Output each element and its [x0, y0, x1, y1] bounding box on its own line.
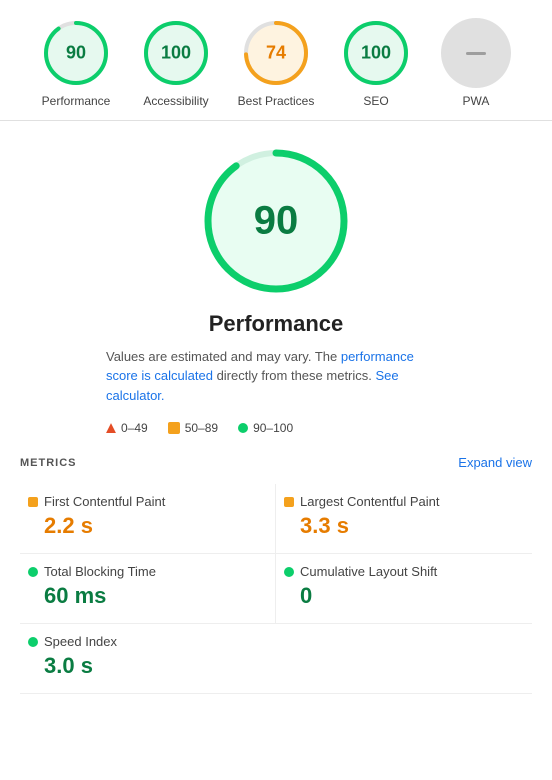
score-circle-seo: 100 [341, 18, 411, 88]
red-icon [106, 423, 116, 433]
cls-dot-icon [284, 567, 294, 577]
score-circle-performance: 90 [41, 18, 111, 88]
score-value-performance: 90 [66, 43, 86, 64]
si-dot-icon [28, 637, 38, 647]
metrics-grid: First Contentful Paint 2.2 s Largest Con… [20, 484, 532, 694]
big-gauge: 90 [196, 141, 356, 301]
score-label-pwa: PWA [463, 94, 490, 110]
score-value-seo: 100 [361, 43, 391, 64]
metrics-label: METRICS [20, 457, 77, 469]
metric-name-row-fcp: First Contentful Paint [28, 494, 267, 509]
metrics-section: METRICS Expand view First Contentful Pai… [0, 455, 552, 694]
fcp-dot-icon [28, 497, 38, 507]
metric-cell-cls: Cumulative Layout Shift 0 [276, 554, 532, 624]
si-value: 3.0 s [44, 653, 268, 679]
metric-cell-fcp: First Contentful Paint 2.2 s [20, 484, 276, 554]
score-item-accessibility[interactable]: 100 Accessibility [131, 18, 221, 110]
orange-icon [168, 422, 180, 434]
metric-name-row-lcp: Largest Contentful Paint [284, 494, 524, 509]
metric-cell-empty [276, 624, 532, 694]
tbt-dot-icon [28, 567, 38, 577]
score-label-seo: SEO [363, 94, 388, 110]
metrics-header: METRICS Expand view [20, 455, 532, 470]
lcp-name: Largest Contentful Paint [300, 494, 439, 509]
detail-title: Performance [209, 311, 344, 337]
score-value-best-practices: 74 [266, 43, 286, 64]
legend-item-orange: 50–89 [168, 421, 218, 435]
tbt-name: Total Blocking Time [44, 564, 156, 579]
legend-red-range: 0–49 [121, 421, 148, 435]
lcp-value: 3.3 s [300, 513, 524, 539]
score-item-best-practices[interactable]: 74 Best Practices [231, 18, 321, 110]
score-value-accessibility: 100 [161, 43, 191, 64]
score-item-pwa[interactable]: PWA [431, 18, 521, 110]
score-item-seo[interactable]: 100 SEO [331, 18, 421, 110]
metric-cell-si: Speed Index 3.0 s [20, 624, 276, 694]
legend-orange-range: 50–89 [185, 421, 218, 435]
fcp-value: 2.2 s [44, 513, 267, 539]
metric-name-row-si: Speed Index [28, 634, 268, 649]
legend-item-green: 90–100 [238, 421, 293, 435]
cls-value: 0 [300, 583, 524, 609]
description-text-2: directly from these metrics. [213, 368, 376, 383]
score-label-best-practices: Best Practices [238, 94, 315, 110]
cls-name: Cumulative Layout Shift [300, 564, 437, 579]
metric-name-row-cls: Cumulative Layout Shift [284, 564, 524, 579]
metric-cell-tbt: Total Blocking Time 60 ms [20, 554, 276, 624]
metric-cell-lcp: Largest Contentful Paint 3.3 s [276, 484, 532, 554]
expand-view-button[interactable]: Expand view [458, 455, 532, 470]
pwa-dash-icon [466, 52, 486, 55]
big-score-value: 90 [254, 198, 299, 243]
metric-name-row-tbt: Total Blocking Time [28, 564, 267, 579]
si-name: Speed Index [44, 634, 117, 649]
tbt-value: 60 ms [44, 583, 267, 609]
fcp-name: First Contentful Paint [44, 494, 165, 509]
scores-row: 90 Performance 100 Accessibility 74 Best… [0, 0, 552, 121]
detail-description: Values are estimated and may vary. The p… [106, 347, 446, 406]
score-label-accessibility: Accessibility [143, 94, 208, 110]
score-circle-best-practices: 74 [241, 18, 311, 88]
description-text-1: Values are estimated and may vary. The [106, 349, 341, 364]
green-icon [238, 423, 248, 433]
score-item-performance[interactable]: 90 Performance [31, 18, 121, 110]
legend: 0–49 50–89 90–100 [106, 421, 446, 435]
score-label-performance: Performance [42, 94, 111, 110]
pwa-circle [441, 18, 511, 88]
legend-green-range: 90–100 [253, 421, 293, 435]
score-circle-accessibility: 100 [141, 18, 211, 88]
legend-item-red: 0–49 [106, 421, 148, 435]
main-detail: 90 Performance Values are estimated and … [0, 121, 552, 446]
lcp-dot-icon [284, 497, 294, 507]
